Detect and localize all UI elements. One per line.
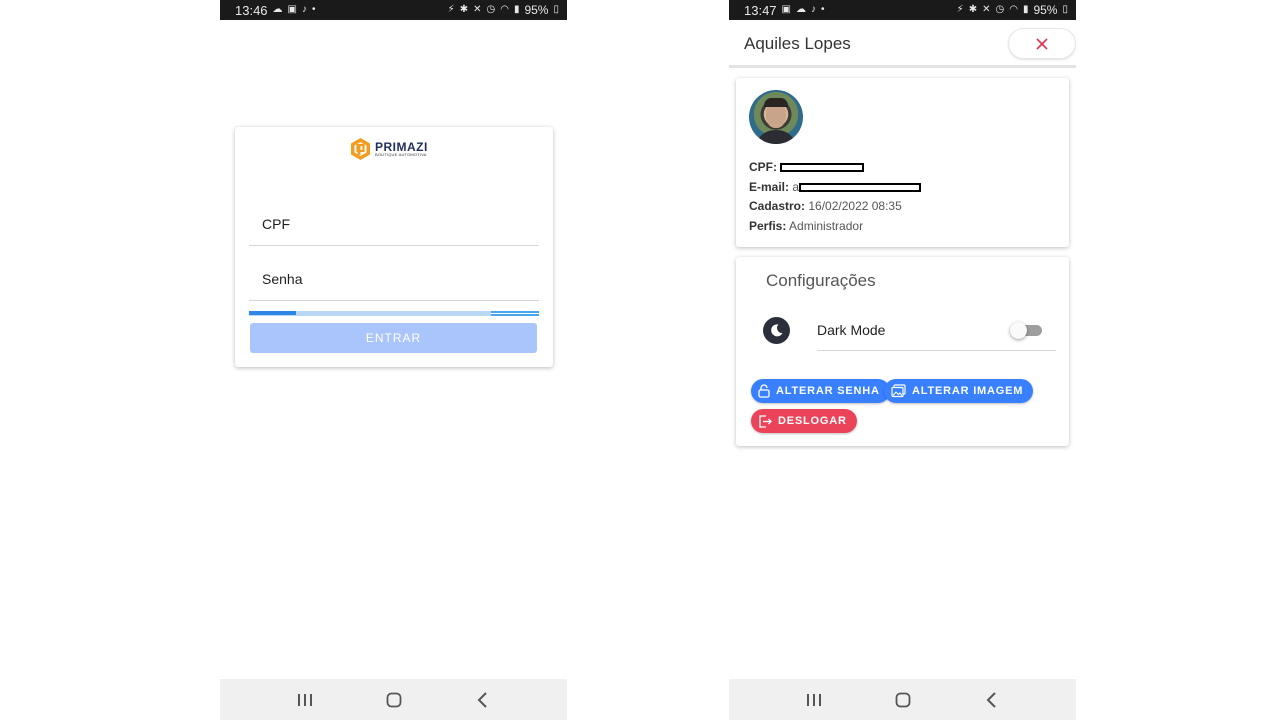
dark-mode-label: Dark Mode [817,322,886,338]
lock-icon [758,384,770,398]
page-title: Aquiles Lopes [744,33,851,53]
back-icon[interactable] [980,688,1004,712]
alterar-imagem-button[interactable]: ALTERAR IMAGEM [884,379,1034,403]
entrar-button[interactable]: ENTRAR [250,323,537,353]
profile-card: CPF: E-mail: a Cadastro: 16/02/2022 08:3… [736,78,1069,247]
dot-icon: • [312,4,316,15]
avatar [749,90,803,144]
alterar-senha-label: ALTERAR SENHA [776,385,880,397]
status-time: 13:47 [744,2,777,18]
deslogar-label: DESLOGAR [778,415,847,427]
cpf-info: CPF: [749,160,865,174]
cpf-input[interactable] [249,202,539,245]
cadastro-info: Cadastro: 16/02/2022 08:35 [749,199,902,213]
dark-mode-toggle[interactable] [1010,322,1044,339]
bluetooth-icon: ✱ [459,4,469,15]
cpf-label: CPF: [749,160,777,174]
logout-icon [759,414,772,428]
android-nav-bar [220,679,567,720]
senha-field [249,257,539,301]
perfis-label: Perfis: [749,219,787,233]
perfis-info: Perfis: Administrador [749,219,863,233]
recent-apps-icon[interactable] [802,688,826,712]
mute-icon: ✕ [473,4,482,15]
senha-input[interactable] [249,257,539,300]
home-icon[interactable] [891,688,915,712]
primazi-logo: PRIMAZI BOUTIQUE AUTOMOTIVA [349,137,428,161]
cpf-redacted [780,163,865,173]
alarm-icon: ◷ [486,4,496,15]
cloud-icon: ☁ [272,4,283,15]
profile-header: Aquiles Lopes [729,22,1076,68]
signal-icon: ▮ [513,4,520,15]
back-icon[interactable] [471,688,495,712]
loading-progress-bar [249,309,539,318]
moon-icon [763,317,790,344]
images-icon [891,384,906,398]
alarm-icon: ◷ [995,4,1005,15]
nfc-icon: ⚡ [447,4,455,15]
email-partial: a [792,180,800,194]
login-card: PRIMAZI BOUTIQUE AUTOMOTIVA ENTRAR [235,127,553,367]
deslogar-button[interactable]: DESLOGAR [751,409,857,433]
close-icon [1036,37,1048,50]
logo-tagline: BOUTIQUE AUTOMOTIVA [375,152,427,157]
image-icon: ▣ [781,4,791,15]
divider [817,350,1056,351]
music-icon: ♪ [811,4,816,15]
email-redacted [799,183,922,193]
cpf-field [249,202,539,246]
alterar-senha-button[interactable]: ALTERAR SENHA [751,379,890,403]
login-screen: 13:46 ☁ ▣ ♪ • ⚡ ✱ ✕ ◷ ◠ ▮ 95% ▯ PRIMAZI … [220,0,567,720]
cadastro-label: Cadastro: [749,199,806,213]
profile-screen: 13:47 ▣ ☁ ♪ • ⚡ ✱ ✕ ◷ ◠ ▮ 95% ▯ Aquiles … [729,0,1076,720]
mute-icon: ✕ [982,4,991,15]
close-button[interactable] [1008,28,1076,59]
status-time: 13:46 [235,2,268,18]
nfc-icon: ⚡ [956,4,964,15]
email-label: E-mail: [749,180,790,194]
battery-percent: 95% [1033,3,1058,17]
battery-icon: ▯ [1062,4,1068,15]
email-info: E-mail: a [749,180,922,194]
dot-icon: • [821,4,825,15]
android-nav-bar [729,679,1076,720]
status-bar: 13:46 ☁ ▣ ♪ • ⚡ ✱ ✕ ◷ ◠ ▮ 95% ▯ [220,0,567,20]
wifi-icon: ◠ [1009,4,1018,15]
primazi-logo-icon [351,138,370,160]
alterar-imagem-label: ALTERAR IMAGEM [912,385,1024,397]
image-icon: ▣ [287,4,297,15]
perfis-value: Administrador [789,219,864,233]
status-bar: 13:47 ▣ ☁ ♪ • ⚡ ✱ ✕ ◷ ◠ ▮ 95% ▯ [729,0,1076,20]
music-icon: ♪ [302,4,307,15]
home-icon[interactable] [382,688,406,712]
battery-icon: ▯ [553,4,559,15]
config-card: Configurações Dark Mode ALTERAR SENHA AL… [736,257,1069,446]
cadastro-value: 16/02/2022 08:35 [808,199,902,213]
cloud-icon: ☁ [796,4,806,15]
bluetooth-icon: ✱ [968,4,978,15]
battery-percent: 95% [524,3,549,17]
signal-icon: ▮ [1022,4,1029,15]
wifi-icon: ◠ [500,4,509,15]
config-title: Configurações [766,271,876,290]
recent-apps-icon[interactable] [293,688,317,712]
